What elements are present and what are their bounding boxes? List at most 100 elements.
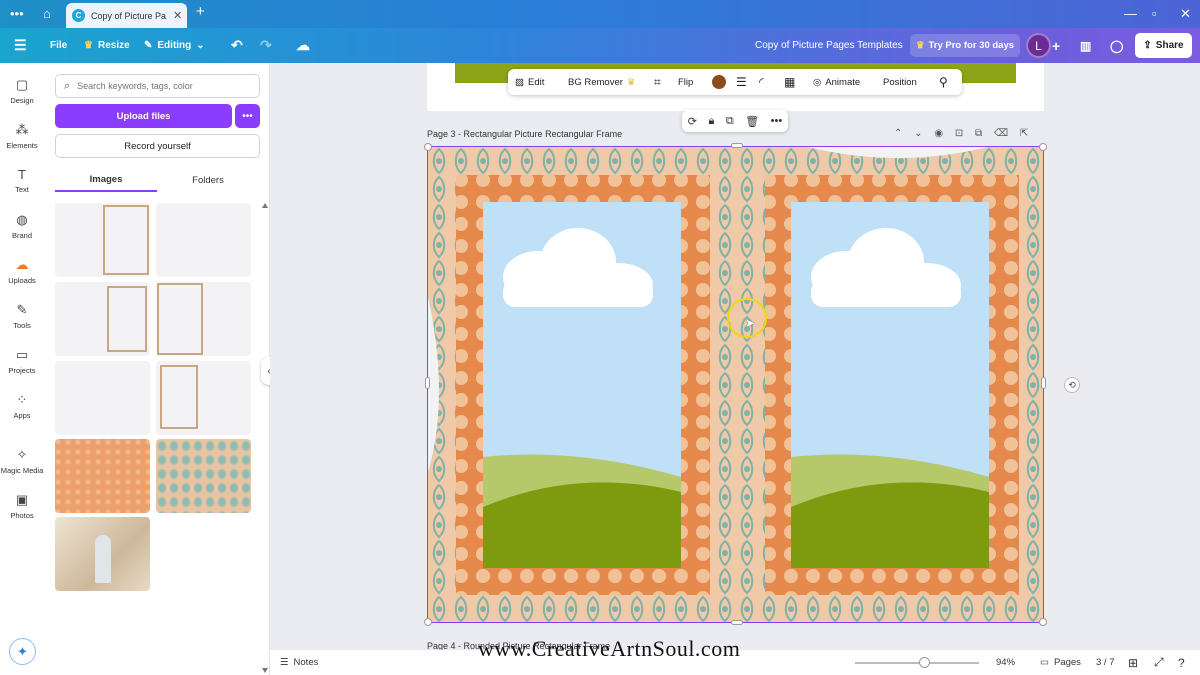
file-menu[interactable]: File — [50, 28, 67, 63]
lock-icon[interactable]: ⊡ — [955, 128, 963, 139]
image-thumbnail[interactable] — [55, 203, 150, 277]
undo-icon[interactable]: ↶ — [231, 28, 243, 63]
duplicate-icon[interactable]: ⧉ — [726, 115, 734, 128]
rail-item-elements[interactable]: ⁂ Elements — [0, 122, 44, 150]
chevron-down-icon[interactable]: ⌄ — [914, 128, 922, 139]
search-icon: ⌕ — [64, 79, 71, 92]
image-thumbnail[interactable] — [55, 282, 150, 356]
rail-item-apps[interactable]: ⁘ Apps — [0, 392, 44, 420]
notes-button[interactable]: ☰ Notes — [280, 650, 318, 675]
corner-rounding-icon[interactable]: ◜ — [759, 69, 764, 95]
rail-item-photos[interactable]: ▣ Photos — [0, 492, 44, 520]
rotate-icon[interactable]: ⟳ — [688, 115, 697, 128]
rail-item-brand[interactable]: ◍ Brand — [0, 212, 44, 240]
resize-handle[interactable] — [1039, 618, 1047, 626]
tab-images[interactable]: Images — [55, 168, 157, 192]
trash-icon[interactable]: 🗑︎ — [745, 115, 759, 128]
damask-pattern-thumbnail[interactable] — [156, 439, 251, 513]
try-pro-button[interactable]: ♛ Try Pro for 30 days — [910, 34, 1020, 57]
avatar[interactable]: L — [1026, 33, 1051, 58]
page-counter[interactable]: 3 / 7 — [1096, 650, 1115, 675]
zoom-slider-track[interactable] — [855, 662, 979, 664]
hamburger-menu-icon[interactable]: ☰ — [14, 28, 27, 63]
bg-remover-button[interactable]: BG Remover ♛ — [568, 69, 635, 95]
image-thumbnail[interactable] — [156, 282, 251, 356]
rail-item-text[interactable]: T Text — [0, 167, 44, 194]
new-tab-plus-icon[interactable]: + — [196, 4, 205, 20]
crown-icon: ♛ — [915, 40, 925, 51]
page-title[interactable]: Page 3 - Rectangular Picture Rectangular… — [427, 129, 622, 139]
resize-handle[interactable] — [425, 377, 430, 389]
editing-mode-dropdown[interactable]: ✎ Editing ⌄ — [144, 28, 205, 63]
position-button[interactable]: Position — [883, 69, 917, 95]
cloud-save-icon[interactable]: ☁ — [296, 28, 310, 63]
minimize-icon[interactable]: — — [1124, 6, 1137, 22]
lock-icon[interactable]: 🔒︎ — [708, 115, 714, 128]
menu-dots-icon[interactable]: ••• — [10, 6, 24, 22]
transparency-icon[interactable]: ▦ — [784, 69, 795, 95]
flip-button[interactable]: Flip — [678, 69, 693, 95]
resize-handle[interactable] — [731, 143, 743, 148]
close-icon[interactable]: ✕ — [173, 9, 187, 22]
image-thumbnail[interactable] — [156, 361, 251, 435]
hide-icon[interactable]: ◉ — [934, 128, 943, 139]
paint-format-icon[interactable]: ⚲ — [939, 69, 948, 95]
delete-page-icon[interactable]: ⌫ — [994, 128, 1008, 139]
add-page-icon[interactable]: ⇱ — [1020, 128, 1028, 139]
comment-icon[interactable]: ◯ — [1110, 28, 1123, 63]
chevron-up-icon[interactable]: ⌃ — [894, 128, 902, 139]
add-collaborator-icon[interactable]: + — [1052, 28, 1060, 63]
design-page[interactable] — [427, 146, 1044, 623]
orange-pattern-thumbnail[interactable] — [55, 439, 150, 513]
tools-icon: ✎ — [16, 302, 28, 317]
rail-item-uploads[interactable]: ☁ Uploads — [0, 257, 44, 285]
zoom-level[interactable]: 94% — [996, 650, 1015, 675]
resize-handle[interactable] — [424, 143, 432, 151]
resize-handle[interactable] — [424, 618, 432, 626]
rotate-handle-icon[interactable]: ⟲ — [1064, 377, 1080, 393]
crop-icon[interactable]: ⌗ — [654, 69, 661, 95]
share-button[interactable]: ⇪ Share — [1135, 33, 1192, 58]
panel-scrollbar[interactable] — [260, 203, 270, 673]
insights-chart-icon[interactable]: ▥ — [1080, 28, 1091, 63]
upload-files-button[interactable]: Upload files — [55, 104, 232, 128]
search-input[interactable] — [77, 81, 248, 91]
upload-options-button[interactable]: ••• — [235, 104, 260, 128]
rail-item-tools[interactable]: ✎ Tools — [0, 302, 44, 330]
browser-tab[interactable]: C Copy of Picture Pa... ✕ — [66, 3, 187, 28]
projects-icon: ▭ — [15, 347, 29, 362]
pages-button[interactable]: ▭ Pages — [1040, 650, 1081, 675]
resize-handle[interactable] — [1039, 143, 1047, 151]
color-swatch[interactable] — [712, 69, 726, 95]
animate-button[interactable]: ◎ Animate — [813, 69, 860, 95]
edit-button[interactable]: ▨ Edit — [515, 69, 544, 95]
home-icon[interactable]: ⌂ — [43, 6, 51, 22]
grid-view-icon[interactable]: ⊞ — [1128, 650, 1138, 675]
vintage-photo-thumbnail[interactable] — [55, 517, 150, 591]
image-thumbnail[interactable] — [156, 203, 251, 277]
tab-folders[interactable]: Folders — [157, 168, 259, 192]
color-swatch-dot — [712, 75, 726, 89]
search-box: ⌕ — [55, 74, 260, 98]
resize-handle[interactable] — [1041, 377, 1046, 389]
more-icon[interactable]: ••• — [771, 115, 783, 127]
fullscreen-icon[interactable]: ⤢ — [1154, 650, 1164, 675]
crown-icon: ♛ — [626, 76, 636, 88]
rail-item-projects[interactable]: ▭ Projects — [0, 347, 44, 375]
help-icon[interactable]: ? — [1178, 650, 1185, 675]
restore-icon[interactable]: ▫ — [1152, 6, 1157, 22]
record-yourself-button[interactable]: Record yourself — [55, 134, 260, 158]
magic-sparkle-icon[interactable]: ✦ — [9, 638, 36, 665]
redo-icon[interactable]: ↷ — [260, 28, 272, 63]
image-thumbnail[interactable] — [55, 361, 150, 435]
rail-item-magic-media[interactable]: ✧ Magic Media — [0, 447, 44, 475]
resize-handle[interactable] — [731, 620, 743, 625]
rail-item-design[interactable]: ▢ Design — [0, 77, 44, 105]
border-style-icon[interactable]: ☰ — [736, 69, 747, 95]
zoom-slider-thumb[interactable] — [919, 657, 930, 668]
document-title[interactable]: Copy of Picture Pages Templates — [755, 28, 903, 63]
resize-button[interactable]: ♛ Resize — [84, 28, 130, 63]
element-mini-toolbar: ⟳ 🔒︎ ⧉ 🗑︎ ••• — [682, 110, 788, 132]
duplicate-page-icon[interactable]: ⧉ — [975, 128, 982, 139]
close-window-icon[interactable]: ✕ — [1180, 6, 1191, 22]
